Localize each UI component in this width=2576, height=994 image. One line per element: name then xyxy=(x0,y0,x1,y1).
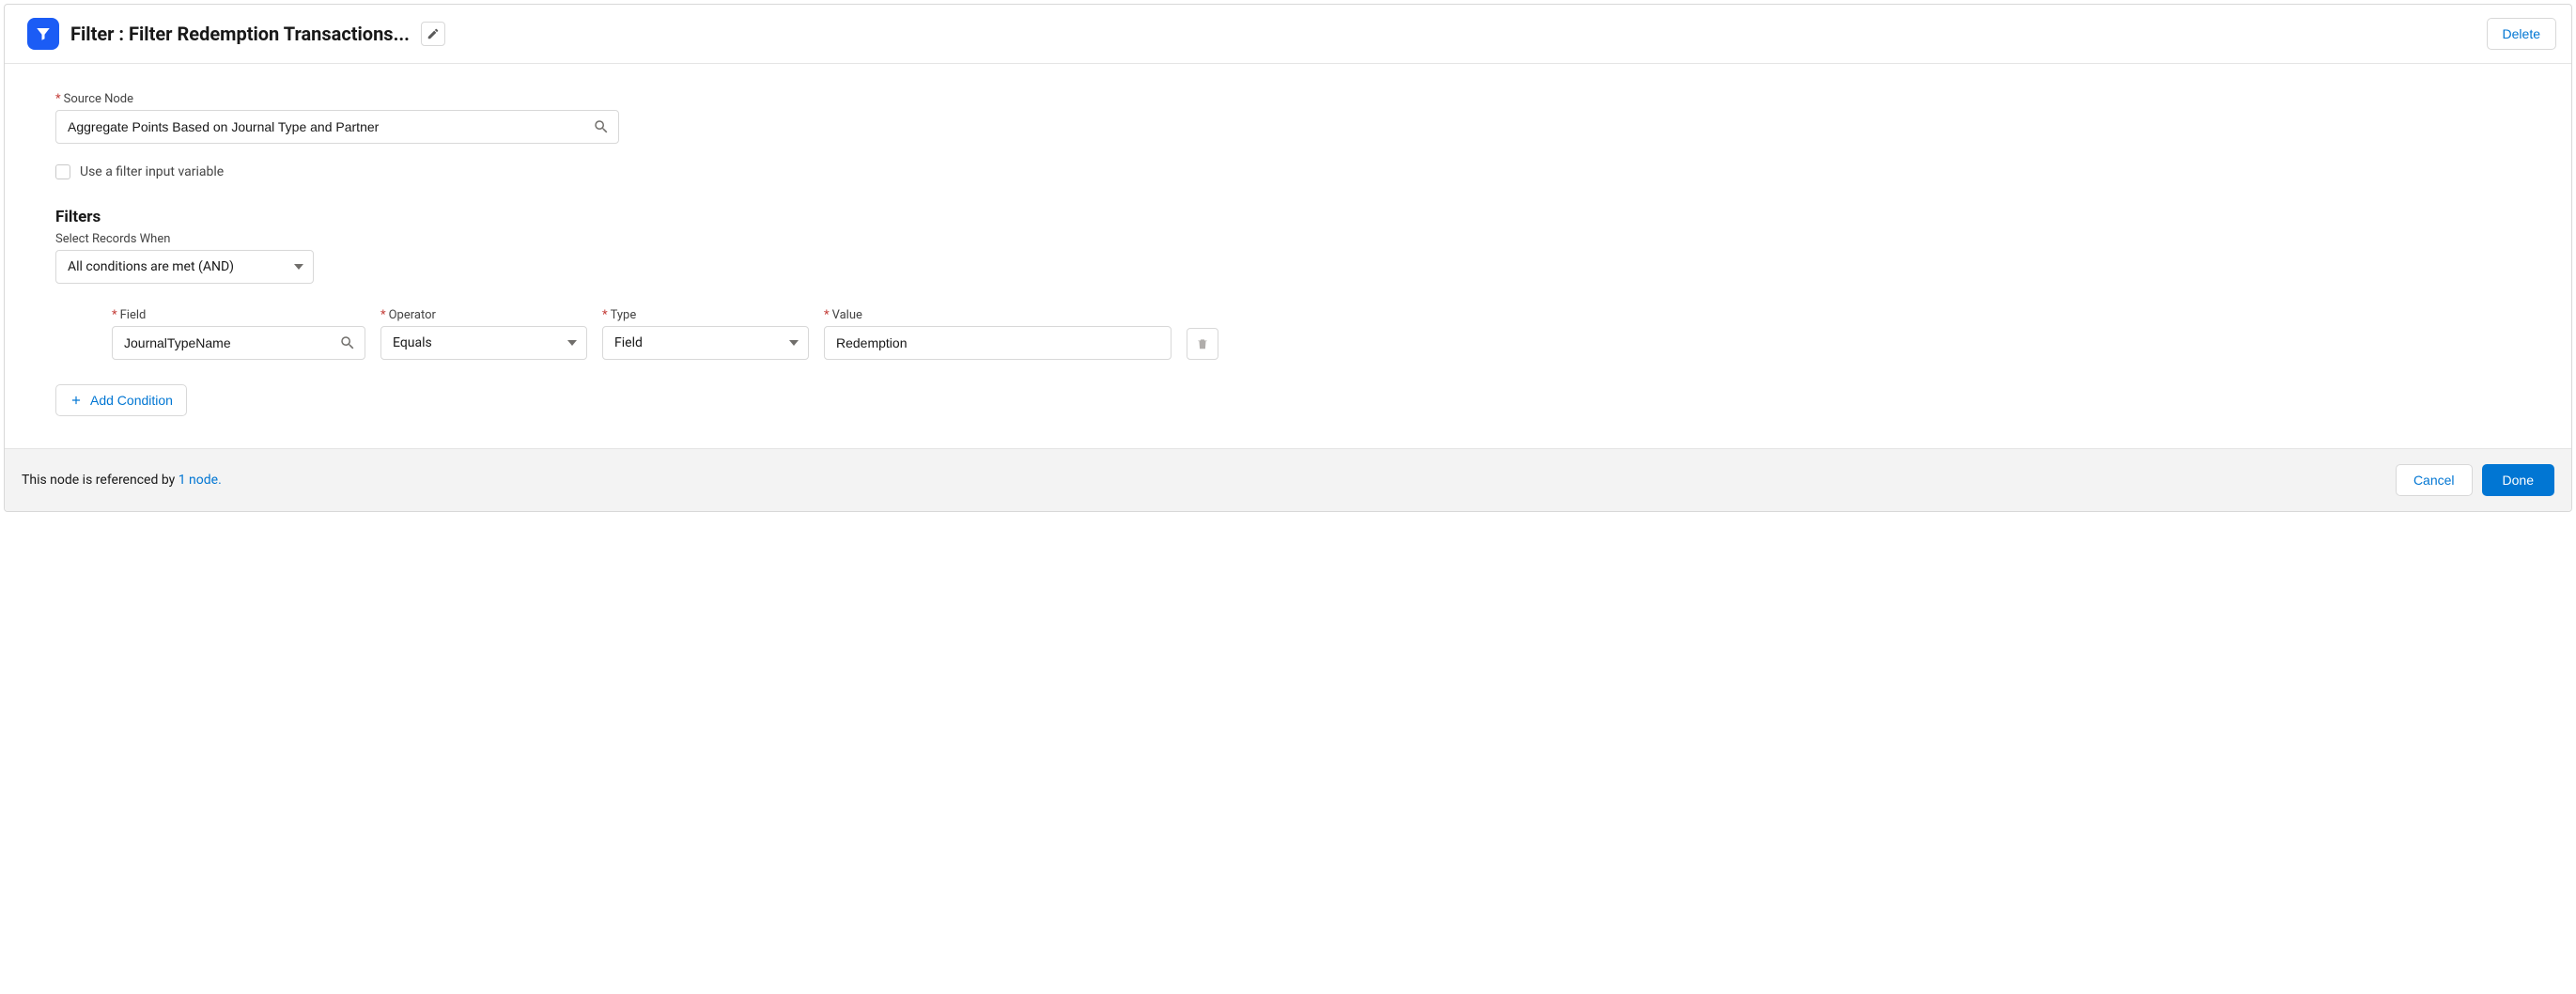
panel-title: Filter : Filter Redemption Transactions.… xyxy=(70,23,410,45)
condition-value-col: Value xyxy=(824,308,1172,360)
condition-type-select[interactable]: Field xyxy=(602,326,809,360)
done-button[interactable]: Done xyxy=(2482,464,2554,496)
reference-link[interactable]: 1 node. xyxy=(178,473,222,488)
delete-condition-button[interactable] xyxy=(1187,328,1218,360)
cancel-button[interactable]: Cancel xyxy=(2396,464,2473,496)
source-node-input-wrap xyxy=(55,110,619,144)
source-node-label: Source Node xyxy=(55,92,2521,106)
add-condition-button[interactable]: Add Condition xyxy=(55,384,187,416)
edit-title-button[interactable] xyxy=(421,22,445,46)
delete-button[interactable]: Delete xyxy=(2487,18,2556,50)
trash-icon xyxy=(1196,337,1209,350)
filter-config-panel: Filter : Filter Redemption Transactions.… xyxy=(4,4,2572,512)
condition-operator-select[interactable]: Equals xyxy=(380,326,587,360)
footer-buttons: Cancel Done xyxy=(2396,464,2554,496)
panel-body: Source Node Use a filter input variable … xyxy=(5,64,2571,448)
condition-field-input[interactable] xyxy=(112,326,365,360)
filter-variable-checkbox[interactable] xyxy=(55,164,70,179)
condition-field-col: Field xyxy=(112,308,365,360)
condition-operator-label: Operator xyxy=(380,308,587,322)
filter-variable-label: Use a filter input variable xyxy=(80,164,224,179)
source-node-input[interactable] xyxy=(55,110,619,144)
condition-logic-value: All conditions are met (AND) xyxy=(68,259,234,274)
condition-value-label: Value xyxy=(824,308,1172,322)
condition-type-value: Field xyxy=(614,335,643,350)
reference-text: This node is referenced by 1 node. xyxy=(22,473,222,488)
filters-section-title: Filters xyxy=(55,208,2521,226)
condition-field-label: Field xyxy=(112,308,365,322)
header-left: Filter : Filter Redemption Transactions.… xyxy=(27,18,2487,50)
filter-variable-row: Use a filter input variable xyxy=(55,164,2521,179)
plus-icon xyxy=(70,394,83,407)
condition-field-lookup xyxy=(112,326,365,360)
condition-logic-select[interactable]: All conditions are met (AND) xyxy=(55,250,314,284)
filter-icon xyxy=(27,18,59,50)
condition-operator-value: Equals xyxy=(393,335,432,350)
add-condition-label: Add Condition xyxy=(90,393,173,408)
condition-value-input[interactable] xyxy=(824,326,1172,360)
condition-type-col: Type Field xyxy=(602,308,809,360)
select-records-label: Select Records When xyxy=(55,232,2521,246)
chevron-down-icon xyxy=(567,340,577,346)
condition-type-label: Type xyxy=(602,308,809,322)
panel-footer: This node is referenced by 1 node. Cance… xyxy=(5,448,2571,511)
chevron-down-icon xyxy=(789,340,799,346)
panel-header: Filter : Filter Redemption Transactions.… xyxy=(5,5,2571,64)
condition-row: Field Operator Equals Type Field xyxy=(112,308,2521,360)
chevron-down-icon xyxy=(294,264,303,270)
condition-operator-col: Operator Equals xyxy=(380,308,587,360)
pencil-icon xyxy=(427,27,440,40)
